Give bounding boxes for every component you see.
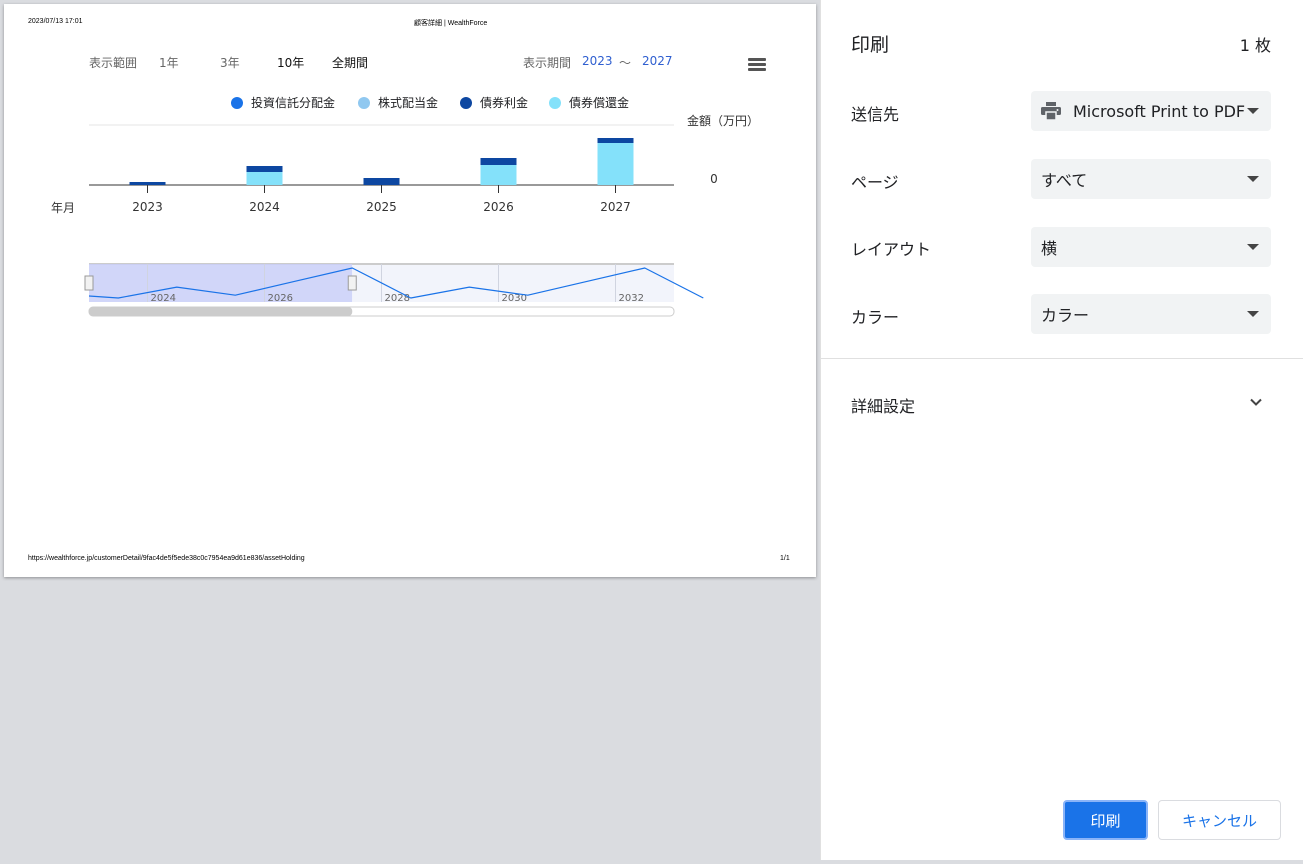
print-button[interactable]: 印刷 (1063, 800, 1148, 840)
page-footer-number: 1/1 (780, 555, 790, 562)
printer-icon (1041, 102, 1061, 121)
navigator-tick-label: 2028 (385, 293, 410, 304)
page-footer-url: https://wealthforce.jp/customerDetail/9f… (28, 555, 305, 562)
bar-segment (597, 143, 634, 185)
chevron-down-icon[interactable] (1249, 395, 1263, 409)
navigator-tick-label: 2024 (151, 293, 176, 304)
pages-select[interactable]: すべて (1031, 159, 1271, 199)
x-tick-label: 2025 (366, 200, 397, 214)
print-settings-panel: 印刷 1 枚 送信先 Microsoft Print to PDF ページ すべ… (820, 0, 1303, 860)
dropdown-caret-icon (1247, 176, 1259, 182)
color-value: カラー (1041, 306, 1090, 325)
navigator-tick-label: 2026 (268, 293, 293, 304)
cancel-button[interactable]: キャンセル (1158, 800, 1281, 840)
x-tick-label: 2024 (249, 200, 280, 214)
navigator-scrollbar-thumb (89, 307, 353, 316)
destination-value: Microsoft Print to PDF (1073, 101, 1246, 121)
divider (821, 358, 1303, 359)
pages-label: ページ (851, 173, 899, 192)
x-axis-title: 年月 (51, 201, 75, 215)
destination-label: 送信先 (851, 105, 900, 124)
bar-segment (597, 138, 634, 143)
dropdown-caret-icon (1247, 311, 1259, 317)
bar-segment (129, 182, 166, 185)
bar-segment (363, 178, 400, 185)
navigator-tick-label: 2032 (619, 293, 644, 304)
window-bottom-edge (0, 860, 1303, 864)
navigator-handle (347, 275, 357, 291)
color-select[interactable]: カラー (1031, 294, 1271, 334)
income-chart: 2023 2024 2025 2026 2027 年月 金額（万円） 0 2024 2026 202… (51, 113, 759, 317)
bar-segment (246, 166, 283, 172)
navigator-handle (84, 275, 94, 291)
bar-segment (480, 165, 517, 185)
panel-title: 印刷 (851, 34, 890, 56)
dropdown-caret-icon (1247, 244, 1259, 250)
print-preview-area: 2023/07/13 17:01 顧客詳細 | WealthForce 表示範囲… (0, 0, 820, 864)
preview-page: 2023/07/13 17:01 顧客詳細 | WealthForce 表示範囲… (4, 4, 816, 577)
layout-select[interactable]: 横 (1031, 227, 1271, 267)
sheet-count: 1 枚 (1239, 36, 1271, 55)
pages-value: すべて (1041, 171, 1088, 190)
destination-select[interactable]: Microsoft Print to PDF (1031, 91, 1271, 131)
layout-label: レイアウト (851, 240, 932, 259)
bar-segment (246, 172, 283, 185)
dropdown-caret-icon (1247, 108, 1259, 114)
x-tick-label: 2026 (483, 200, 514, 214)
bar-segment (480, 158, 517, 165)
color-label: カラー (851, 308, 900, 327)
x-tick-label: 2027 (600, 200, 631, 214)
more-settings-label[interactable]: 詳細設定 (851, 393, 915, 417)
y-axis-title: 金額（万円） (687, 113, 759, 128)
x-tick-label: 2023 (132, 200, 163, 214)
layout-value: 横 (1041, 239, 1058, 258)
y-tick-label: 0 (710, 172, 718, 186)
